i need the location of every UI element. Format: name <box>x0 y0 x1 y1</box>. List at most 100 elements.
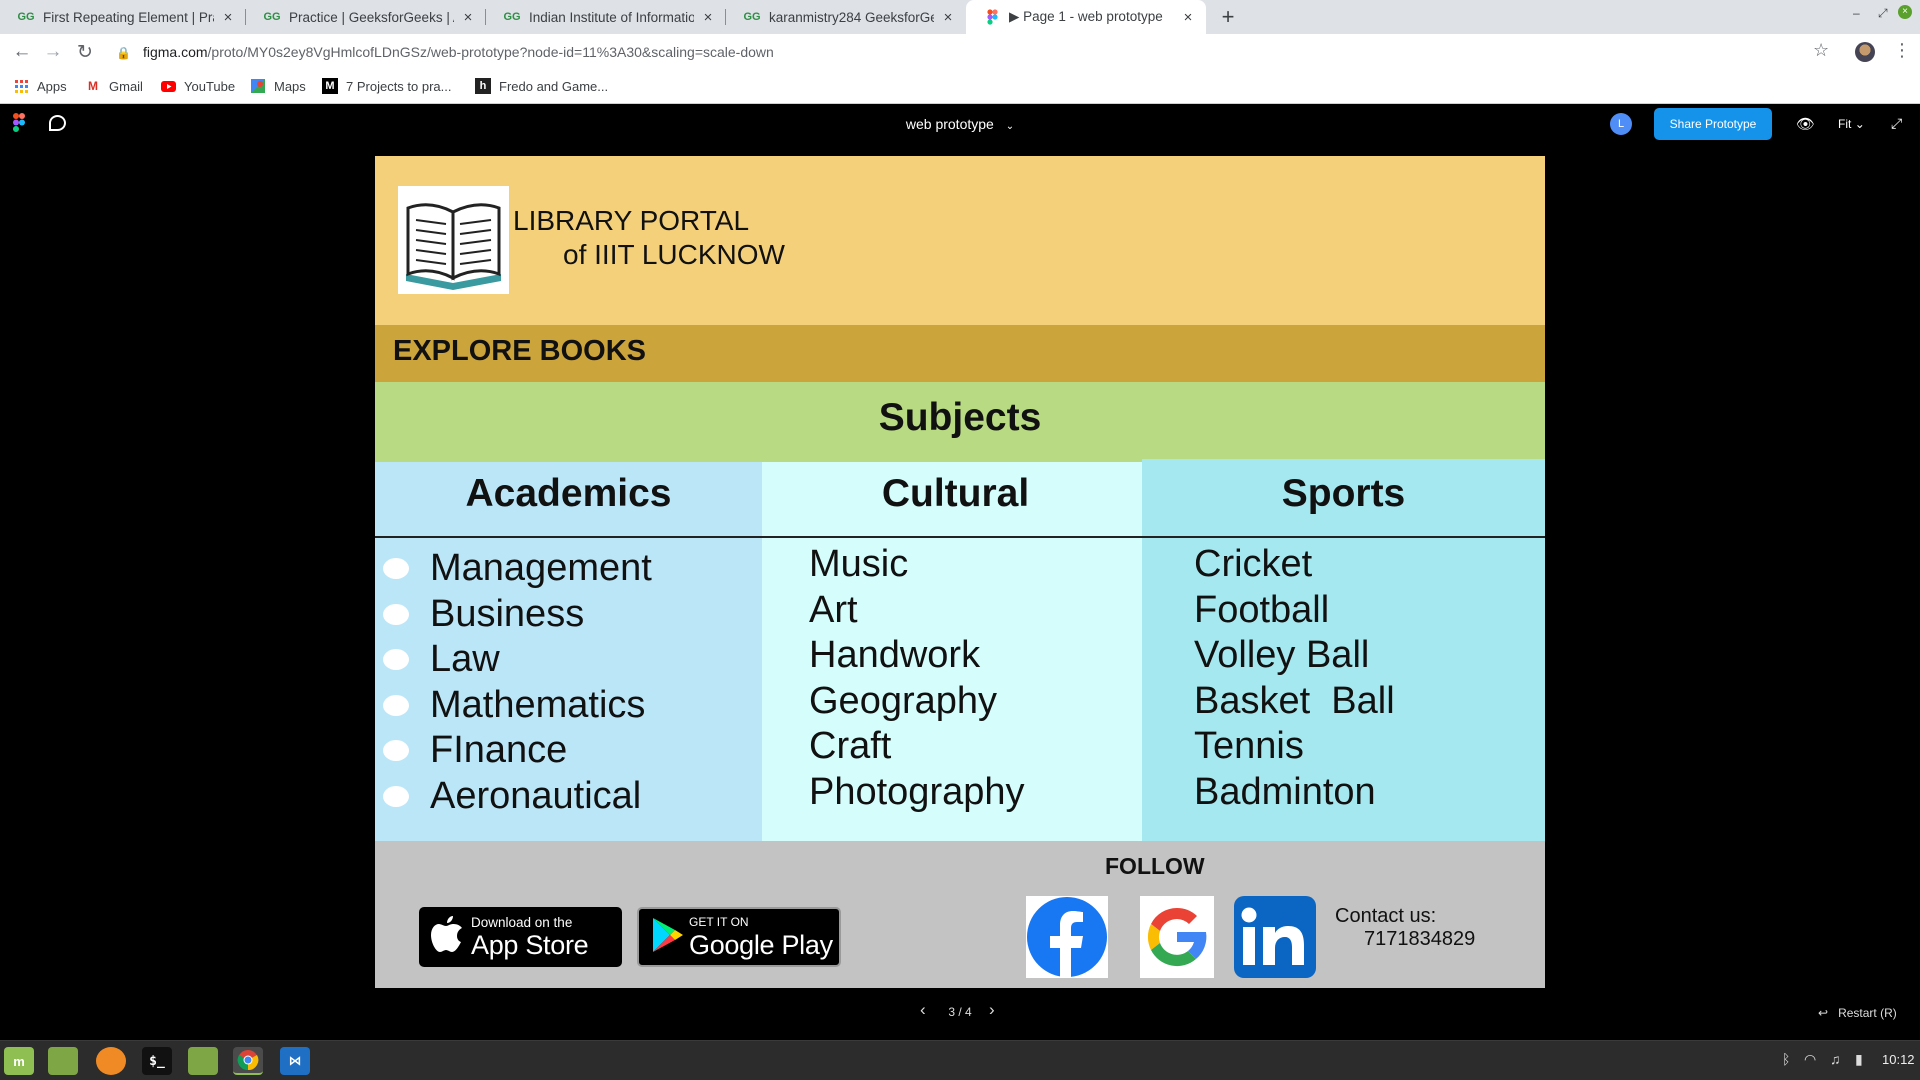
user-avatar[interactable]: L <box>1610 113 1632 135</box>
back-icon[interactable]: ← <box>10 40 34 64</box>
restore-icon[interactable]: ⤢ <box>1878 6 1888 21</box>
close-tab-icon[interactable]: × <box>220 9 236 26</box>
page-counter: 3 / 4 <box>948 1005 972 1019</box>
tab-title: ▶ Page 1 - web prototype <box>1009 9 1163 24</box>
browser-tab-strip: GG First Repeating Element | Pra × GG Pr… <box>0 0 1920 34</box>
divider <box>762 536 1149 538</box>
close-tab-icon[interactable]: × <box>460 9 476 26</box>
browser-toolbar: ← → ↻ 🔒 figma.com/proto/MY0s2ey8VgHmlcofL… <box>0 34 1920 70</box>
cultural-column: Cultural Music Art Handwork Geography Cr… <box>762 462 1149 841</box>
browser-tab[interactable]: GG First Repeating Element | Pra × <box>0 0 246 34</box>
browser-tab-active[interactable]: ▶ Page 1 - web prototype × <box>966 0 1206 34</box>
battery-icon[interactable]: ▮ <box>1855 1051 1863 1068</box>
browser-tab[interactable]: GG Practice | GeeksforGeeks | A c × <box>246 0 486 34</box>
chevron-down-icon: ⌄ <box>1854 117 1865 131</box>
list-item[interactable]: Geography <box>809 679 1025 725</box>
youtube-icon <box>160 78 176 94</box>
list-item[interactable]: Law <box>383 637 652 683</box>
fit-dropdown[interactable]: Fit ⌄ <box>1838 117 1865 131</box>
restart-button[interactable]: ↩ Restart (R) <box>1818 1006 1897 1020</box>
address-bar[interactable]: 🔒 figma.com/proto/MY0s2ey8VgHmlcofLDnGSz/… <box>116 39 774 66</box>
bookmark-star-icon[interactable]: ☆ <box>1813 40 1829 61</box>
list-item[interactable]: Aeronautical <box>383 774 652 820</box>
eye-icon[interactable]: 👁 <box>1796 115 1815 133</box>
list-item[interactable]: FInance <box>383 728 652 774</box>
prototype-frame: LIBRARY PORTAL of IIIT LUCKNOW EXPLORE B… <box>375 156 1545 988</box>
list-item[interactable]: Basket Ball <box>1194 679 1395 725</box>
app-store-badge[interactable]: Download on the App Store <box>419 907 622 967</box>
forward-icon[interactable]: → <box>41 40 65 64</box>
follow-label: FOLLOW <box>1105 853 1205 879</box>
sports-list: Cricket Football Volley Ball Basket Ball… <box>1194 542 1395 815</box>
wifi-icon[interactable]: ◠ <box>1804 1051 1816 1068</box>
contact-phone: 7171834829 <box>1364 928 1476 950</box>
bookmark-gmail[interactable]: M Gmail <box>85 78 143 94</box>
file-title[interactable]: web prototype <box>906 116 994 132</box>
subjects-title: Subjects <box>878 396 1042 439</box>
bookmark-maps[interactable]: Maps <box>250 78 306 94</box>
apple-icon <box>431 915 463 959</box>
folder-icon[interactable] <box>188 1047 218 1075</box>
academics-heading: Academics <box>465 472 672 515</box>
browser-tab[interactable]: GG karanmistry284 GeeksforGeek × <box>726 0 966 34</box>
list-item[interactable]: Tennis <box>1194 724 1395 770</box>
google-icon[interactable] <box>1140 896 1214 978</box>
list-item[interactable]: Cricket <box>1194 542 1395 588</box>
fullscreen-icon[interactable]: ⤢ <box>1891 115 1902 132</box>
list-item[interactable]: Business <box>383 592 652 638</box>
files-icon[interactable] <box>48 1047 78 1075</box>
geeksforgeeks-icon: GG <box>503 11 521 23</box>
browser-tab[interactable]: GG Indian Institute of Information × <box>486 0 726 34</box>
bookmark-youtube[interactable]: YouTube <box>160 78 235 94</box>
profile-avatar[interactable] <box>1855 42 1875 62</box>
maps-icon <box>250 78 266 94</box>
terminal-icon[interactable]: $_ <box>142 1047 172 1075</box>
portal-footer: FOLLOW Download on the App Store GET IT … <box>375 841 1545 988</box>
list-item[interactable]: Volley Ball <box>1194 633 1395 679</box>
more-menu-icon[interactable]: ⋮ <box>1893 40 1911 61</box>
play-triangle-icon <box>653 917 683 957</box>
mint-menu-icon[interactable]: m <box>4 1047 34 1075</box>
gmail-icon: M <box>88 79 98 93</box>
medium-icon: M <box>322 78 338 94</box>
geeksforgeeks-icon: GG <box>743 11 761 23</box>
list-item[interactable]: Handwork <box>809 633 1025 679</box>
chrome-icon[interactable] <box>233 1047 263 1075</box>
close-window-icon[interactable]: × <box>1898 5 1912 19</box>
url-host: figma.com <box>142 44 208 60</box>
restart-arrow-icon: ↩ <box>1818 1006 1829 1020</box>
list-item[interactable]: Mathematics <box>383 683 652 729</box>
close-tab-icon[interactable]: × <box>700 9 716 26</box>
tab-title: Indian Institute of Information <box>529 9 694 25</box>
bookmark-hashnode[interactable]: h Fredo and Game... <box>475 78 608 94</box>
list-item[interactable]: Football <box>1194 588 1395 634</box>
facebook-icon[interactable] <box>1026 896 1108 978</box>
list-item[interactable]: Management <box>383 546 652 592</box>
firefox-icon[interactable] <box>96 1047 126 1075</box>
list-item[interactable]: Photography <box>809 770 1025 816</box>
cultural-heading: Cultural <box>881 472 1030 515</box>
reload-icon[interactable]: ↻ <box>73 40 97 64</box>
minimize-icon[interactable]: – <box>1853 6 1860 20</box>
bluetooth-icon[interactable]: ᛒ <box>1782 1051 1790 1067</box>
list-item[interactable]: Art <box>809 588 1025 634</box>
chevron-down-icon[interactable]: ⌄ <box>1006 121 1014 132</box>
new-tab-button[interactable]: + <box>1214 0 1242 34</box>
close-tab-icon[interactable]: × <box>940 9 956 26</box>
list-item[interactable]: Craft <box>809 724 1025 770</box>
list-item[interactable]: Music <box>809 542 1025 588</box>
linkedin-icon[interactable] <box>1234 896 1316 978</box>
academics-column: Academics Management Business Law Mathem… <box>375 462 762 841</box>
explore-books-label[interactable]: EXPLORE BOOKS <box>393 335 646 368</box>
sound-icon[interactable]: ♫ <box>1830 1051 1841 1067</box>
cultural-list: Music Art Handwork Geography Craft Photo… <box>809 542 1025 815</box>
close-tab-icon[interactable]: × <box>1180 9 1196 26</box>
google-play-badge[interactable]: GET IT ON Google Play <box>637 907 841 967</box>
next-page-icon[interactable]: › <box>989 1000 995 1020</box>
bookmark-medium[interactable]: M7 Projects to pra... <box>322 78 452 94</box>
bookmark-apps[interactable]: Apps <box>13 78 67 94</box>
vscode-icon[interactable]: ⋈ <box>280 1047 310 1075</box>
geeksforgeeks-icon: GG <box>17 11 35 23</box>
share-prototype-button[interactable]: Share Prototype <box>1654 108 1772 140</box>
list-item[interactable]: Badminton <box>1194 770 1395 816</box>
